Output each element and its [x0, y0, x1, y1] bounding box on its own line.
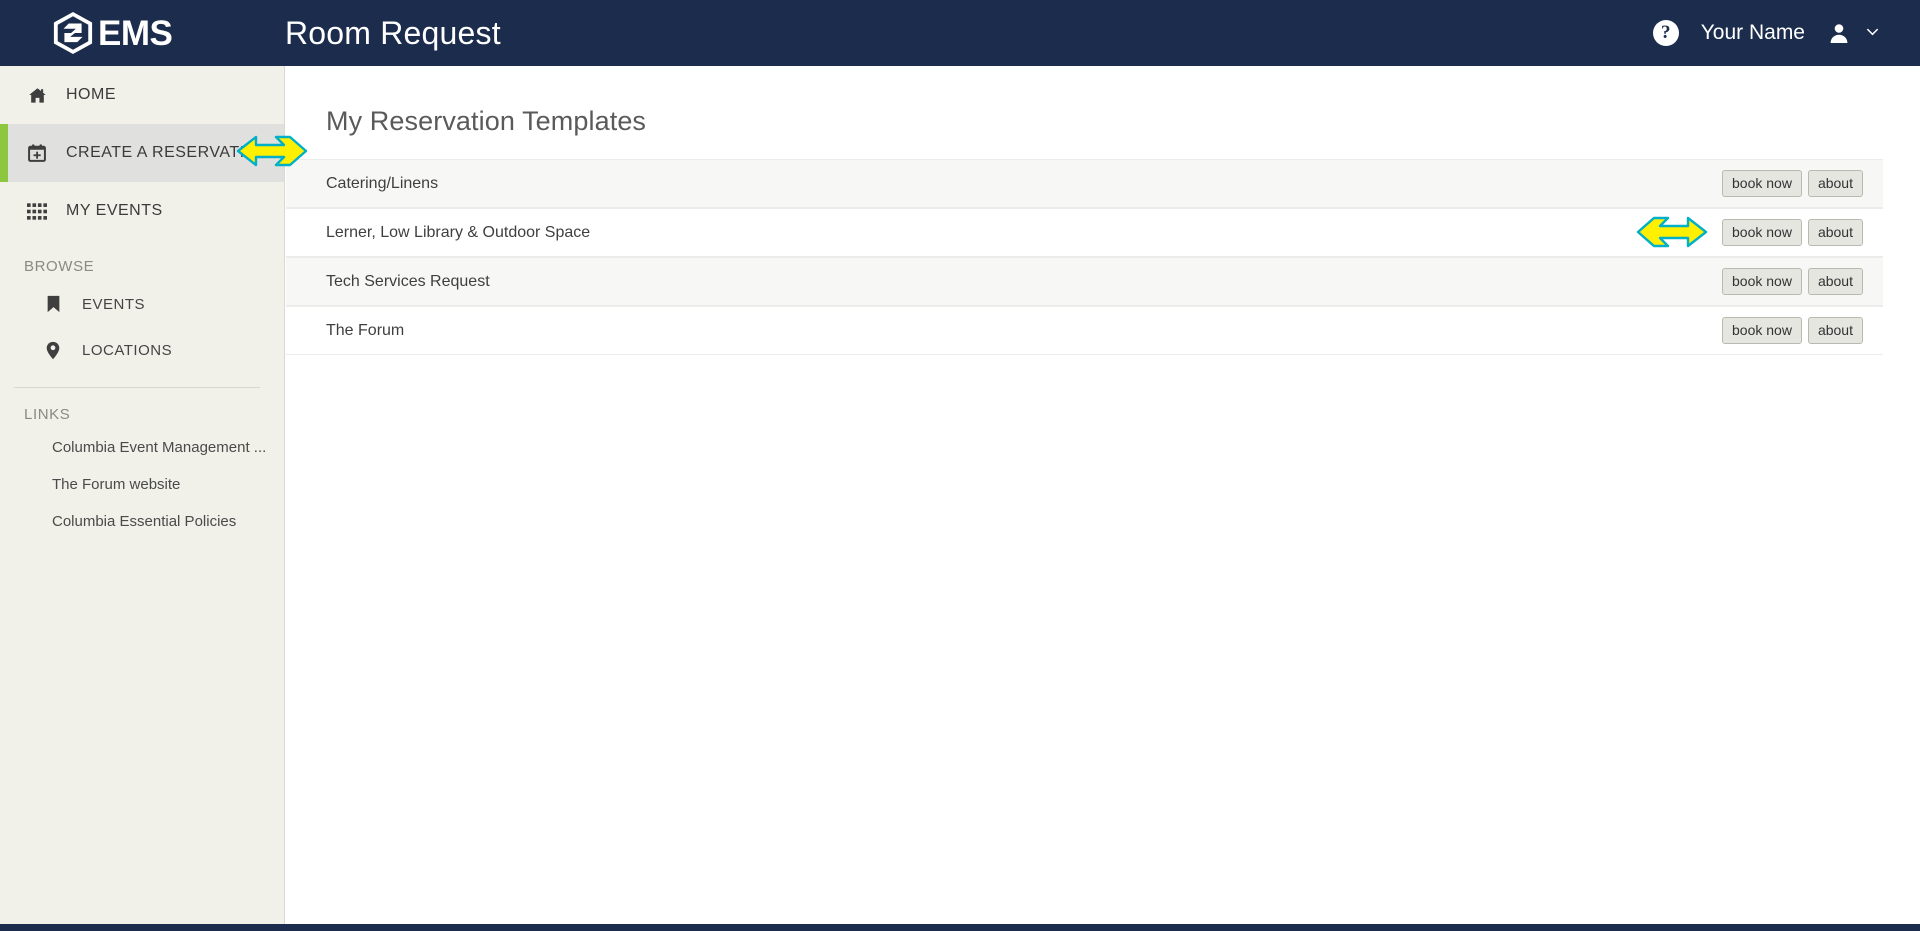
- sidebar-link-the-forum-website[interactable]: The Forum website: [0, 466, 284, 503]
- about-button[interactable]: about: [1807, 170, 1863, 197]
- sidebar-item-locations[interactable]: LOCATIONS: [0, 327, 284, 373]
- table-row[interactable]: Catering/Linens book now about: [286, 159, 1883, 208]
- browser-bottom-bar: [0, 924, 1920, 931]
- template-name: The Forum: [326, 321, 405, 339]
- row-actions: book now about: [1722, 317, 1863, 344]
- about-button[interactable]: about: [1807, 219, 1863, 246]
- template-name: Catering/Linens: [326, 174, 439, 192]
- sidebar-link-columbia-essential-policies[interactable]: Columbia Essential Policies: [0, 503, 284, 540]
- sidebar-item-events[interactable]: EVENTS: [0, 281, 284, 327]
- ems-hexagon-logo-icon: [52, 11, 94, 55]
- chevron-down-icon[interactable]: [1865, 24, 1880, 42]
- calendar-plus-icon: [24, 143, 50, 163]
- sidebar-item-create-a-reservation[interactable]: CREATE A RESERVATION: [0, 124, 284, 182]
- template-name: Tech Services Request: [326, 272, 490, 290]
- book-now-button[interactable]: book now: [1722, 170, 1802, 197]
- book-now-button[interactable]: book now: [1722, 219, 1802, 246]
- help-question-icon[interactable]: ?: [1652, 20, 1679, 46]
- table-row[interactable]: Lerner, Low Library & Outdoor Space book…: [286, 208, 1883, 257]
- book-now-button[interactable]: book now: [1722, 268, 1802, 295]
- app-header: EMS Room Request ? Your Name: [0, 0, 1920, 66]
- sidebar-item-label: LOCATIONS: [82, 341, 173, 359]
- sidebar-item-label: MY EVENTS: [66, 202, 163, 219]
- page-title: Room Request: [285, 14, 501, 51]
- sidebar: HOME CREATE A RESERVATION MY EVENTS BROW…: [0, 66, 285, 924]
- user-avatar-icon[interactable]: [1827, 21, 1851, 45]
- sidebar-item-my-events[interactable]: MY EVENTS: [0, 182, 284, 240]
- map-pin-icon: [40, 341, 66, 360]
- row-actions: book now about: [1722, 170, 1863, 197]
- row-actions: book now about: [1722, 219, 1863, 246]
- sidebar-item-label: CREATE A RESERVATION: [66, 144, 270, 161]
- brand-logo[interactable]: EMS: [0, 0, 285, 66]
- brand-logo-text: EMS: [98, 13, 173, 53]
- about-button[interactable]: about: [1807, 317, 1863, 344]
- about-button[interactable]: about: [1807, 268, 1863, 295]
- sidebar-link-columbia-event-management[interactable]: Columbia Event Management ...: [0, 429, 284, 466]
- reservation-templates-list: Catering/Linens book now about Lerner, L…: [286, 159, 1883, 355]
- template-name: Lerner, Low Library & Outdoor Space: [326, 223, 591, 241]
- grid-icon: [24, 202, 50, 220]
- table-row[interactable]: The Forum book now about: [286, 306, 1883, 355]
- table-row[interactable]: Tech Services Request book now about: [286, 257, 1883, 306]
- sidebar-item-label: HOME: [66, 86, 116, 103]
- bookmark-icon: [40, 295, 66, 313]
- sidebar-section-links: LINKS: [24, 406, 71, 423]
- home-icon: [24, 86, 50, 105]
- sidebar-item-home[interactable]: HOME: [0, 66, 284, 124]
- book-now-button[interactable]: book now: [1722, 317, 1802, 344]
- main-content: My Reservation Templates Catering/Linens…: [286, 66, 1920, 924]
- content-heading: My Reservation Templates: [326, 106, 647, 136]
- row-actions: book now about: [1722, 268, 1863, 295]
- sidebar-section-browse: BROWSE: [24, 258, 95, 275]
- sidebar-item-label: EVENTS: [82, 295, 146, 313]
- user-name-label[interactable]: Your Name: [1701, 21, 1805, 45]
- header-actions: ? Your Name: [1652, 20, 1920, 46]
